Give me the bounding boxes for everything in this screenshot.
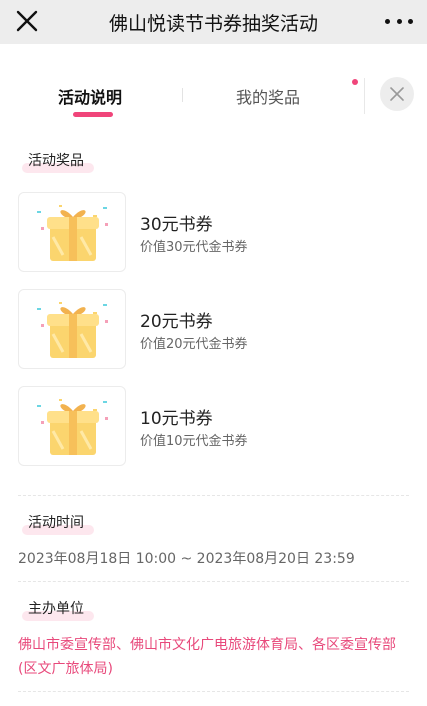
organizer-text: 佛山市委宣传部、佛山市文化广电旅游体育局、各区委宣传部 (区文广旅体局) bbox=[18, 637, 396, 677]
notification-dot bbox=[352, 79, 358, 85]
section-divider bbox=[18, 691, 409, 692]
close-icon[interactable] bbox=[14, 8, 40, 34]
prize-item: 30元书券 价值30元代金书券 bbox=[18, 192, 318, 272]
tab-divider bbox=[182, 88, 183, 102]
prize-thumbnail bbox=[18, 192, 126, 272]
tab-my-prizes[interactable]: 我的奖品 bbox=[236, 84, 300, 108]
activity-time: 2023年08月18日 10:00 ~ 2023年08月20日 23:59 bbox=[18, 551, 355, 567]
prize-name: 10元书券 bbox=[140, 409, 213, 429]
panel-close-button[interactable] bbox=[380, 77, 414, 111]
prize-thumbnail bbox=[18, 386, 126, 466]
prize-item: 20元书券 价值20元代金书券 bbox=[18, 289, 318, 369]
section-title-time: 活动时间 bbox=[22, 512, 94, 535]
prize-description: 价值10元代金书券 bbox=[140, 434, 248, 449]
section-title-prizes: 活动奖品 bbox=[22, 150, 94, 173]
panel-close-icon bbox=[390, 87, 404, 101]
tab-activity-info[interactable]: 活动说明 bbox=[58, 84, 122, 108]
prize-name: 30元书券 bbox=[140, 215, 213, 235]
section-divider bbox=[18, 581, 409, 582]
tab-bar: 活动说明 我的奖品 bbox=[0, 70, 427, 126]
gift-box-icon bbox=[37, 399, 108, 455]
prize-item: 10元书券 价值10元代金书券 bbox=[18, 386, 318, 466]
section-divider bbox=[18, 495, 409, 496]
more-icon[interactable] bbox=[385, 11, 413, 31]
prize-description: 价值20元代金书券 bbox=[140, 337, 248, 352]
tab-divider bbox=[364, 78, 365, 114]
gift-box-icon bbox=[37, 302, 108, 358]
prize-description: 价值30元代金书券 bbox=[140, 240, 248, 255]
top-bar: 佛山悦读节书券抽奖活动 bbox=[0, 0, 427, 44]
prize-thumbnail bbox=[18, 289, 126, 369]
section-title-organizer: 主办单位 bbox=[22, 598, 94, 621]
tab-active-indicator bbox=[73, 112, 113, 117]
prize-name: 20元书券 bbox=[140, 312, 213, 332]
page-title: 佛山悦读节书券抽奖活动 bbox=[108, 12, 318, 35]
gift-box-icon bbox=[37, 205, 108, 261]
